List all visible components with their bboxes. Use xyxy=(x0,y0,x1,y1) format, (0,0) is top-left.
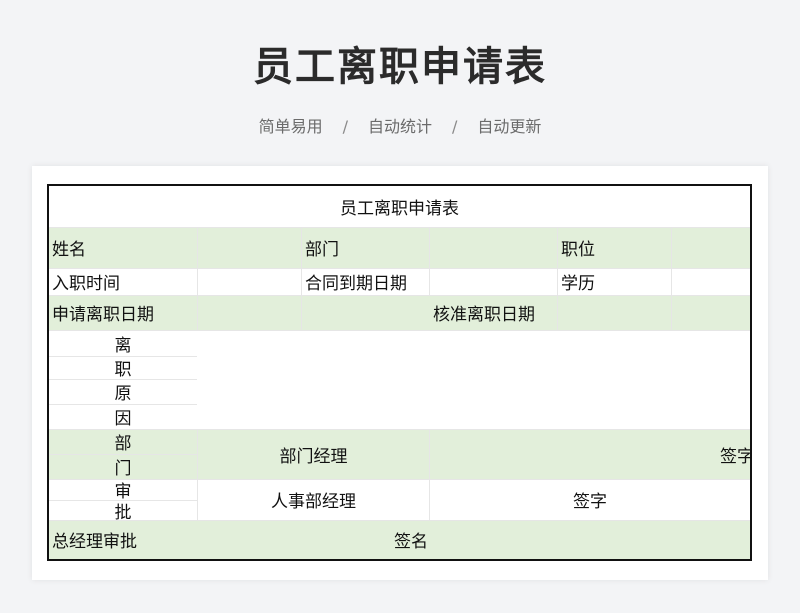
label-approve-date: 核准离职日期 xyxy=(433,305,535,325)
label-reason-char: 因 xyxy=(114,409,132,429)
label-name: 姓名 xyxy=(52,240,86,260)
field-contract-end-date[interactable] xyxy=(430,268,557,295)
field-resignation-reason[interactable] xyxy=(198,330,750,429)
label-reason-char: 原 xyxy=(114,384,132,404)
label-join-date: 入职时间 xyxy=(52,274,120,294)
field-name[interactable] xyxy=(198,227,301,268)
label-dept: 部门 xyxy=(305,240,339,260)
label-reason-char: 职 xyxy=(114,360,132,380)
page-subtitle: 简单易用 / 自动统计 / 自动更新 xyxy=(0,113,800,137)
field-position[interactable] xyxy=(672,227,750,268)
subtitle-separator: / xyxy=(452,117,458,136)
form-card: 员工离职申请表 姓名 部门 职位 入职时间 合同到期日期 学历 申请离职日期 核… xyxy=(32,166,768,580)
label-education: 学历 xyxy=(561,274,595,294)
field-education[interactable] xyxy=(672,268,750,295)
dept-sign-field[interactable]: 签字 xyxy=(430,429,750,479)
label-apply-date: 申请离职日期 xyxy=(52,305,154,325)
subtitle-item-easy: 简单易用 xyxy=(258,117,323,136)
page-title: 员工离职申请表 xyxy=(253,44,547,90)
label-hr-manager: 人事部经理 xyxy=(271,492,356,512)
subtitle-item-auto-update: 自动更新 xyxy=(477,117,542,136)
label-position: 职位 xyxy=(561,240,595,260)
form-title: 员工离职申请表 xyxy=(340,199,459,219)
subtitle-separator: / xyxy=(342,117,348,136)
label-dept-manager: 部门经理 xyxy=(279,446,348,467)
label-contract-end-date: 合同到期日期 xyxy=(305,274,407,294)
label-reason-char: 离 xyxy=(114,335,132,356)
label-dept-sign: 签字 xyxy=(720,446,752,467)
field-approve-date[interactable] xyxy=(558,295,750,330)
field-dept[interactable] xyxy=(430,227,557,268)
resignation-form-sheet: 员工离职申请表 姓名 部门 职位 入职时间 合同到期日期 学历 申请离职日期 核… xyxy=(47,184,752,561)
label-approve-char: 批 xyxy=(114,502,132,523)
field-join-date[interactable] xyxy=(198,268,301,295)
field-apply-date[interactable] xyxy=(198,295,429,330)
subtitle-item-auto-stats: 自动统计 xyxy=(367,117,432,136)
label-hr-sign[interactable]: 签字 xyxy=(430,479,750,520)
label-dept-char: 门 xyxy=(114,459,132,479)
label-dept-char: 部 xyxy=(114,434,132,454)
label-gm-sign[interactable]: 签名 xyxy=(394,520,494,559)
label-gm-approval: 总经理审批 xyxy=(52,532,137,552)
